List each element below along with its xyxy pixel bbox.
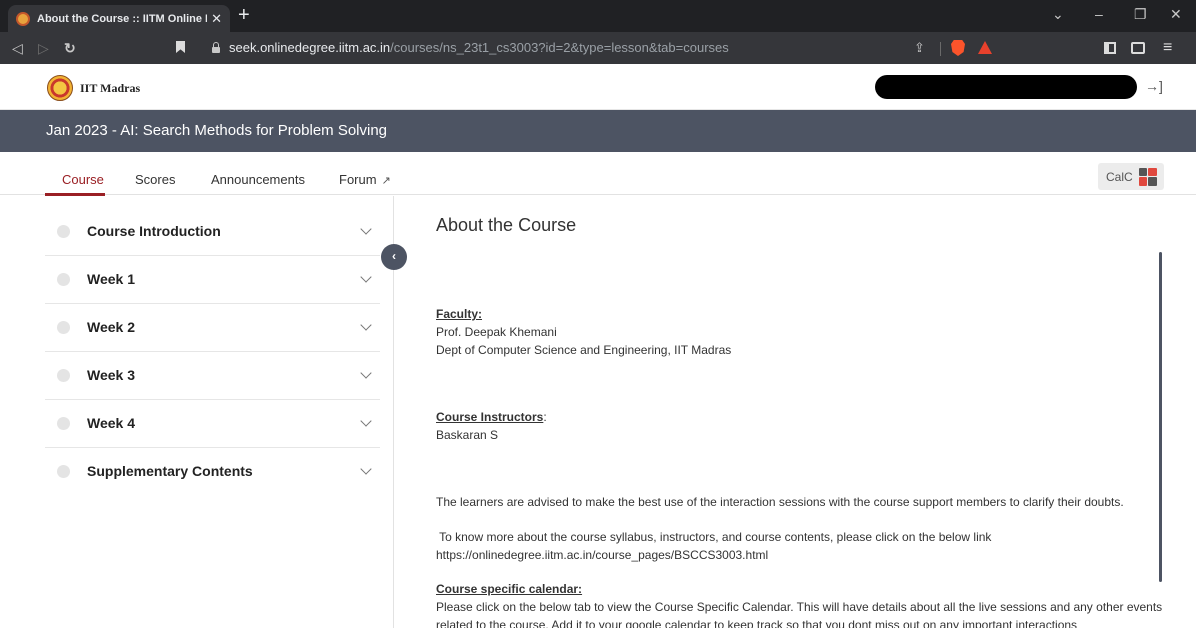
faculty-section: Faculty: Prof. Deepak Khemani Dept of Co… (436, 305, 731, 359)
restore-icon[interactable]: ❐ (1134, 6, 1147, 23)
site-header: IIT Madras →] (0, 64, 1196, 110)
forward-icon[interactable]: ▷ (38, 40, 49, 57)
back-icon[interactable]: ◁ (12, 40, 23, 57)
bookmark-icon[interactable] (176, 41, 185, 53)
browser-menu-icon[interactable]: ≡ (1163, 39, 1172, 57)
course-page-link[interactable]: https://onlinedegree.iitm.ac.in/course_p… (436, 546, 768, 564)
sidebar-item-week-2[interactable]: Week 2 (45, 304, 380, 352)
sidebar-item-label: Week 4 (87, 415, 135, 431)
minimize-icon[interactable]: – (1095, 6, 1103, 22)
reload-icon[interactable]: ↻ (64, 40, 76, 57)
calendar-text-line-2: related to the course. Add it to your go… (436, 618, 1078, 628)
sidebar-item-label: Week 1 (87, 271, 135, 287)
content-scrollbar[interactable] (1159, 252, 1162, 582)
progress-circle-icon (57, 273, 70, 286)
faculty-department: Dept of Computer Science and Engineering… (436, 343, 732, 357)
progress-circle-icon (57, 225, 70, 238)
url-field[interactable]: seek.onlinedegree.iitm.ac.in/courses/ns_… (229, 40, 729, 55)
calculator-icon (1138, 167, 1157, 186)
instructor-name: Baskaran S (436, 428, 499, 442)
instructors-colon: : (543, 410, 547, 424)
wallet-icon[interactable] (1131, 42, 1145, 54)
calculator-button[interactable]: CalC (1098, 163, 1164, 190)
lock-icon[interactable] (212, 42, 220, 53)
chevron-down-icon[interactable] (360, 319, 372, 331)
tab-announcements[interactable]: Announcements (211, 172, 305, 187)
calendar-text-line-1: Please click on the below tab to view th… (436, 600, 1163, 614)
brand-name: IIT Madras (80, 81, 141, 95)
progress-circle-icon (57, 417, 70, 430)
calendar-heading: Course specific calendar: (436, 582, 583, 596)
toolbar-divider (940, 42, 941, 56)
browser-tab[interactable]: About the Course :: IITM Online D ✕ (8, 5, 230, 32)
calendar-section: Course specific calendar: Please click o… (436, 580, 1162, 628)
page-title: About the Course (436, 215, 577, 235)
chevron-down-icon[interactable] (360, 463, 372, 475)
progress-circle-icon (57, 321, 70, 334)
course-tabs: Course Scores Announcements Forum ↗ CalC (0, 152, 1196, 196)
instructors-section: Course Instructors: Baskaran S (436, 408, 547, 444)
sidebar-item-label: Week 3 (87, 367, 135, 383)
sidebar-toggle-icon[interactable] (1104, 42, 1116, 54)
sidebar-item-week-4[interactable]: Week 4 (45, 400, 380, 448)
share-icon[interactable]: ⇪ (914, 40, 925, 56)
address-toolbar: ◁ ▷ ↻ seek.onlinedegree.iitm.ac.in/cours… (0, 32, 1196, 64)
sidebar-item-week-1[interactable]: Week 1 (45, 256, 380, 304)
user-account-redacted[interactable] (875, 75, 1137, 99)
sidebar-item-supplementary-contents[interactable]: Supplementary Contents (45, 448, 380, 496)
site-favicon-icon (16, 11, 30, 26)
tab-scores[interactable]: Scores (135, 172, 175, 187)
sidebar-item-label: Supplementary Contents (87, 463, 253, 479)
progress-circle-icon (57, 369, 70, 382)
sidebar-item-week-3[interactable]: Week 3 (45, 352, 380, 400)
advice-text: The learners are advised to make the bes… (436, 495, 1124, 509)
close-tab-icon[interactable]: ✕ (211, 11, 222, 27)
external-link-icon: ↗ (381, 175, 391, 187)
chevron-down-icon[interactable] (360, 367, 372, 379)
sidebar-item-label: Week 2 (87, 319, 135, 335)
chevron-down-icon[interactable] (360, 415, 372, 427)
browser-tab-strip: About the Course :: IITM Online D ✕ + ⌄ … (0, 0, 1196, 32)
calculator-label: CalC (1106, 169, 1133, 184)
chevron-down-icon[interactable] (360, 271, 372, 283)
tab-forum[interactable]: Forum ↗ (339, 172, 391, 187)
iitm-logo-icon[interactable] (47, 75, 73, 101)
lesson-content: About the Course Faculty: Prof. Deepak K… (395, 196, 1196, 628)
browser-tab-title: About the Course :: IITM Online D (37, 12, 208, 25)
course-title: Jan 2023 - AI: Search Methods for Proble… (46, 122, 388, 139)
tab-forum-label: Forum (339, 172, 377, 187)
course-outline-sidebar: Course Introduction Week 1 Week 2 Week 3… (0, 196, 394, 628)
sidebar-item-label: Course Introduction (87, 223, 221, 239)
faculty-name: Prof. Deepak Khemani (436, 325, 557, 339)
sidebar-item-course-introduction[interactable]: Course Introduction (45, 208, 380, 256)
chevron-down-icon[interactable] (360, 223, 372, 235)
brave-shields-icon[interactable] (951, 40, 965, 56)
instructors-heading: Course Instructors (436, 410, 544, 424)
close-window-icon[interactable]: ✕ (1170, 6, 1182, 23)
new-tab-icon[interactable]: + (238, 4, 250, 26)
course-title-bar: Jan 2023 - AI: Search Methods for Proble… (0, 110, 1196, 152)
brave-rewards-icon[interactable] (978, 41, 992, 54)
progress-circle-icon (57, 465, 70, 478)
faculty-heading: Faculty: (436, 307, 483, 321)
logout-icon[interactable]: →] (1145, 78, 1163, 94)
tab-search-icon[interactable]: ⌄ (1052, 6, 1064, 23)
more-info-text: To know more about the course syllabus, … (436, 530, 992, 544)
tab-course[interactable]: Course (62, 172, 104, 187)
